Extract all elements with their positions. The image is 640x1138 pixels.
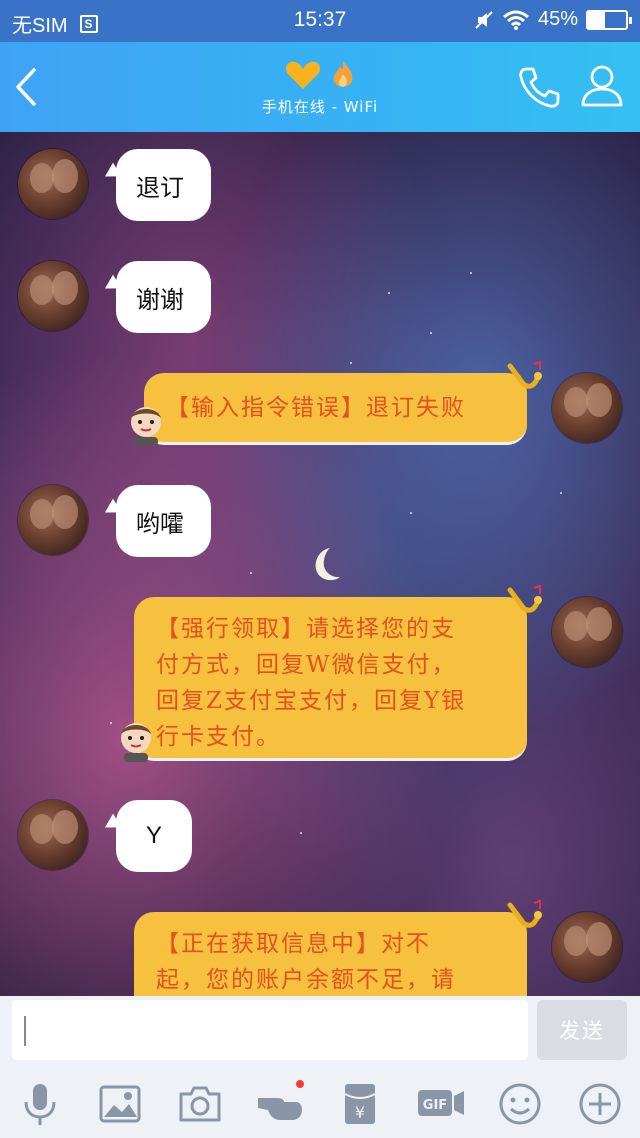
- emoji-icon[interactable]: [496, 1080, 544, 1128]
- pendant-character-icon: [131, 407, 161, 446]
- saxophone-icon: [507, 584, 542, 613]
- flame-icon: [333, 61, 353, 87]
- star-decoration: [250, 572, 252, 574]
- microphone-icon[interactable]: [16, 1080, 64, 1128]
- heart-icon: [285, 61, 321, 89]
- saxophone-icon: [507, 899, 542, 928]
- status-bar: 无SIM S 15:37 45%: [0, 0, 640, 42]
- my-avatar[interactable]: [552, 912, 622, 982]
- contact-avatar[interactable]: [18, 800, 88, 870]
- red-packet-icon[interactable]: ¥: [336, 1080, 384, 1128]
- phone-icon[interactable]: [516, 64, 562, 110]
- message-line: 【强行领取】请选择您的支: [156, 616, 456, 642]
- svg-text:GIF: GIF: [423, 1098, 447, 1113]
- message-line: 回复Z支付宝支付，回复Y银: [156, 688, 467, 714]
- star-decoration: [110, 722, 112, 724]
- star-decoration: [350, 362, 352, 364]
- camera-icon[interactable]: [176, 1080, 224, 1128]
- message-line: 付方式，回复W微信支付，: [156, 652, 457, 678]
- star-decoration: [300, 832, 302, 834]
- message-text: Y: [145, 822, 162, 849]
- star-decoration: [430, 332, 432, 334]
- wifi-icon: [503, 10, 529, 30]
- input-bar: 发送 ¥ GIF: [0, 996, 640, 1138]
- saxophone-icon: [507, 360, 542, 389]
- poke-icon[interactable]: [256, 1080, 304, 1128]
- star-decoration: [560, 492, 562, 494]
- mute-icon: [475, 10, 493, 29]
- text-cursor: [24, 1016, 26, 1046]
- message-bubble[interactable]: Y: [116, 800, 192, 872]
- plus-icon[interactable]: [576, 1080, 624, 1128]
- input-toolbar: ¥ GIF: [0, 1076, 640, 1132]
- star-decoration: [388, 292, 390, 294]
- my-avatar[interactable]: [552, 373, 622, 443]
- message-line: 【正在获取信息中】对不: [156, 931, 431, 957]
- gif-icon[interactable]: GIF: [416, 1080, 466, 1128]
- svg-text:¥: ¥: [355, 1103, 365, 1122]
- image-icon[interactable]: [96, 1080, 144, 1128]
- my-avatar[interactable]: [552, 597, 622, 667]
- chat-area[interactable]: 退订 谢谢 【输入指令错误】退订失败 哟嚯 【强行领取】请选择您的支 付方式，回…: [0, 132, 640, 996]
- moon-icon: [315, 548, 340, 581]
- send-button[interactable]: 发送: [537, 1000, 627, 1060]
- message-line: 行卡支付。: [156, 724, 281, 750]
- message-bubble[interactable]: 【输入指令错误】退订失败: [144, 373, 527, 445]
- message-input[interactable]: [12, 1000, 528, 1060]
- pendant-character-icon: [121, 723, 151, 762]
- contact-avatar[interactable]: [18, 261, 88, 331]
- battery-percent: 45%: [537, 8, 578, 30]
- star-decoration: [410, 512, 412, 514]
- battery-icon: [586, 9, 632, 30]
- message-bubble[interactable]: 谢谢: [116, 261, 211, 333]
- chat-header: 手机在线 - WiFi: [0, 42, 640, 132]
- message-bubble[interactable]: 【正在获取信息中】对不 起，您的账户余额不足，请: [134, 912, 527, 996]
- contact-avatar[interactable]: [18, 485, 88, 555]
- star-decoration: [470, 272, 472, 274]
- message-text: 【输入指令错误】退订失败: [166, 394, 466, 421]
- message-line: 起，您的账户余额不足，请: [156, 967, 456, 993]
- message-text: 哟嚯: [136, 509, 184, 538]
- message-bubble[interactable]: 退订: [116, 149, 211, 221]
- profile-icon[interactable]: [580, 62, 624, 108]
- contact-avatar[interactable]: [18, 149, 88, 219]
- message-text: 谢谢: [136, 285, 184, 314]
- message-bubble[interactable]: 哟嚯: [116, 485, 211, 557]
- message-bubble[interactable]: 【强行领取】请选择您的支 付方式，回复W微信支付， 回复Z支付宝支付，回复Y银 …: [134, 597, 527, 761]
- message-text: 退订: [136, 173, 184, 202]
